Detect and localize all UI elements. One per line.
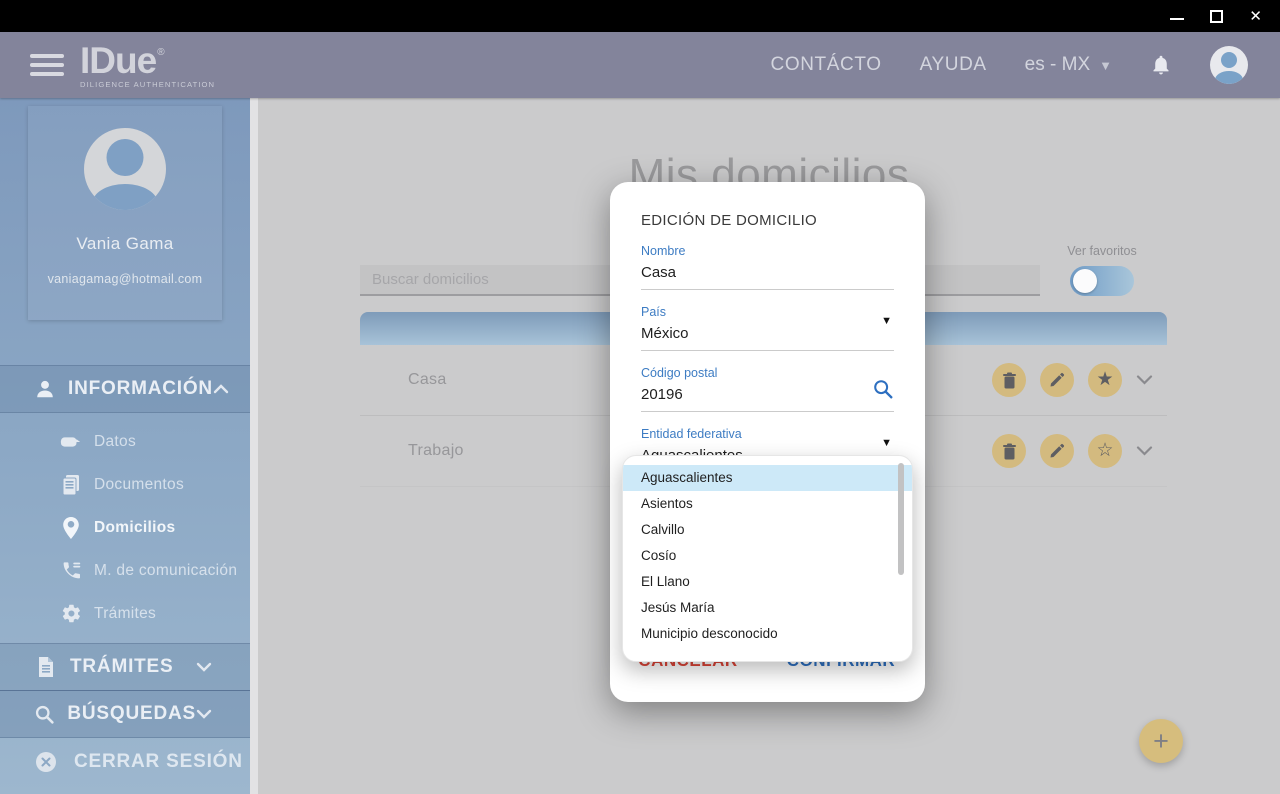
sidebar-section-label: INFORMACIÓN [68, 378, 213, 399]
sidebar-section-tramites[interactable]: TRÁMITES [0, 643, 250, 691]
field-label: País [641, 305, 667, 319]
toggle-knob [1073, 269, 1097, 293]
dropdown-option[interactable]: Calvillo [623, 517, 912, 543]
caret-down-icon: ▼ [1099, 57, 1112, 73]
dropdown-option[interactable]: El Llano [623, 569, 912, 595]
favorite-button[interactable]: ☆ [1088, 434, 1122, 468]
address-name: Trabajo [408, 442, 464, 459]
field-label: Nombre [641, 244, 686, 258]
modal-title: EDICIÓN DE DOMICILIO [641, 212, 818, 229]
sidebar-item-datos[interactable]: Datos [0, 420, 250, 463]
dropdown-option[interactable]: Asientos [623, 491, 912, 517]
document-icon [34, 656, 58, 678]
field-nombre: Nombre Casa [641, 244, 894, 290]
maximize-icon[interactable] [1210, 9, 1224, 23]
dropdown-option[interactable]: Municipio desconocido [623, 621, 912, 647]
registered-mark: ® [157, 46, 165, 58]
close-circle-icon [34, 750, 60, 774]
logout-label: CERRAR SESIÓN [74, 751, 243, 772]
documents-icon [58, 474, 84, 496]
logout-button[interactable]: CERRAR SESIÓN [0, 738, 250, 786]
sidebar-section-busquedas[interactable]: BÚSQUEDAS [0, 690, 250, 738]
dropdown-option[interactable]: Jesús María [623, 595, 912, 621]
brand-name: IDue [80, 39, 157, 81]
chevron-down-icon[interactable] [1136, 446, 1153, 457]
caret-down-icon[interactable]: ▼ [881, 437, 892, 449]
municipio-dropdown: Aguascalientes Asientos Calvillo Cosío E… [622, 455, 913, 662]
field-label: Entidad federativa [641, 427, 742, 441]
trash-icon [1002, 443, 1016, 459]
brand-tagline: DILIGENCE AUTHENTICATION [80, 79, 216, 89]
postal-search-icon[interactable] [872, 378, 894, 400]
dropdown-scrollbar[interactable] [898, 463, 904, 575]
address-name: Casa [408, 371, 447, 388]
sidebar-item-comunicacion[interactable]: M. de comunicación [0, 549, 250, 592]
os-titlebar: ✕ [0, 0, 1280, 32]
pencil-icon [1050, 372, 1065, 387]
notifications-bell-icon[interactable] [1150, 53, 1172, 77]
hamburger-menu-icon[interactable] [30, 54, 64, 76]
dropdown-option[interactable]: Cosío [623, 543, 912, 569]
edit-address-modal: EDICIÓN DE DOMICILIO Nombre Casa País Mé… [610, 182, 925, 702]
favorites-toggle[interactable] [1070, 266, 1134, 296]
sidebar-section-label: TRÁMITES [70, 656, 174, 677]
sidebar-scrollbar[interactable] [250, 98, 258, 794]
plus-icon: + [1153, 725, 1169, 756]
sidebar-section-informacion[interactable]: INFORMACIÓN [0, 365, 250, 413]
chevron-down-icon [196, 709, 212, 719]
field-label: Código postal [641, 366, 718, 380]
add-address-button[interactable]: + [1139, 719, 1183, 763]
delete-button[interactable] [992, 434, 1026, 468]
sidebar-item-tramites[interactable]: Trámites [0, 592, 250, 635]
trash-icon [1002, 372, 1016, 388]
chevron-up-icon [213, 384, 229, 394]
app-header: IDue® DILIGENCE AUTHENTICATION CONTÁCTO … [0, 32, 1280, 98]
close-icon[interactable]: ✕ [1249, 9, 1262, 24]
profile-card: Vania Gama vaniagamag@hotmail.com [28, 106, 222, 320]
sidebar-item-domicilios[interactable]: Domicilios [0, 506, 250, 549]
sidebar-section-label: BÚSQUEDAS [67, 703, 196, 724]
codigo-postal-input[interactable]: 20196 [641, 386, 894, 412]
delete-button[interactable] [992, 363, 1026, 397]
map-pin-icon [58, 516, 84, 540]
favorites-label: Ver favoritos [1067, 244, 1137, 258]
edit-button[interactable] [1040, 434, 1074, 468]
sidebar-item-documentos[interactable]: Documentos [0, 463, 250, 506]
person-icon [34, 378, 56, 400]
pencil-icon [1050, 443, 1065, 458]
minimize-icon[interactable] [1170, 18, 1185, 20]
chevron-down-icon[interactable] [1136, 375, 1153, 386]
profile-email: vaniagamag@hotmail.com [47, 272, 203, 286]
language-value: es - MX [1024, 54, 1091, 75]
field-codigo-postal: Código postal 20196 [641, 366, 894, 412]
edit-button[interactable] [1040, 363, 1074, 397]
star-filled-icon: ★ [1096, 368, 1114, 390]
sidebar: Vania Gama vaniagamag@hotmail.com INFORM… [0, 98, 250, 794]
pais-select[interactable]: México [641, 325, 894, 351]
user-avatar[interactable] [1210, 46, 1248, 84]
caret-down-icon[interactable]: ▼ [881, 315, 892, 327]
sidebar-subnav: Datos Documentos Domicilios M. de comuni… [0, 420, 250, 635]
language-selector[interactable]: es - MX ▼ [1025, 54, 1112, 76]
nombre-input[interactable]: Casa [641, 264, 894, 290]
card-icon [58, 435, 84, 449]
search-icon [34, 704, 55, 725]
profile-name: Vania Gama [76, 234, 174, 253]
app-logo: IDue® DILIGENCE AUTHENTICATION [80, 42, 215, 89]
chevron-down-icon [196, 662, 212, 672]
contact-link[interactable]: CONTÁCTO [771, 54, 882, 76]
gear-icon [58, 603, 84, 624]
dropdown-option[interactable]: Aguascalientes [623, 465, 912, 491]
help-link[interactable]: AYUDA [920, 54, 987, 76]
phone-icon [58, 560, 84, 581]
profile-avatar [84, 128, 166, 210]
field-pais: País México ▼ [641, 305, 894, 351]
favorite-button[interactable]: ★ [1088, 363, 1122, 397]
star-outline-icon: ☆ [1096, 439, 1114, 461]
